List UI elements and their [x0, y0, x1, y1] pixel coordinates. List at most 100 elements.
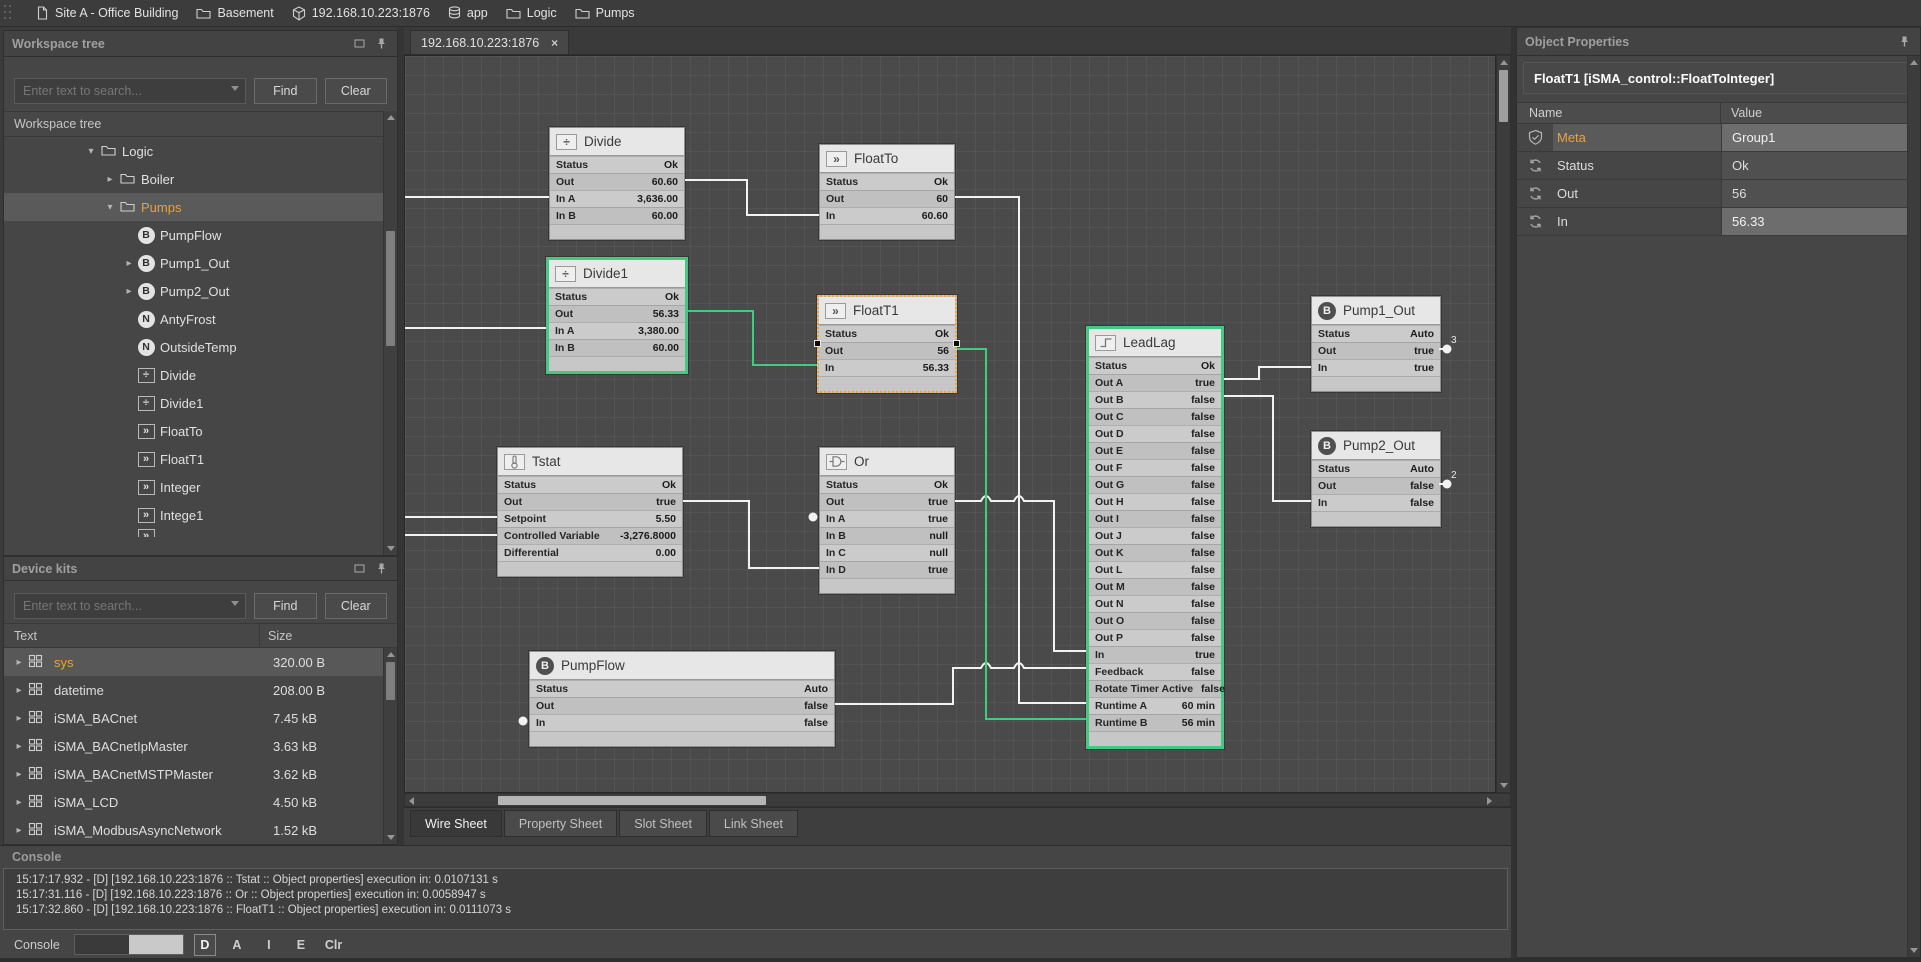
expand-arrow-icon[interactable]: ▾ — [84, 146, 98, 157]
expand-arrow-icon[interactable]: ▸ — [122, 286, 136, 297]
chevron-down-icon[interactable] — [231, 601, 239, 606]
workspace-clear-button[interactable]: Clear — [325, 78, 388, 104]
convert-icon: » — [138, 508, 155, 523]
tree-item-pump2_out[interactable]: ▸BPump2_Out — [4, 277, 397, 305]
kit-row-iSMA_BACnetIpMaster[interactable]: ▸iSMA_BACnetIpMaster3.63 kB — [4, 732, 397, 760]
tree-item-divide1[interactable]: ÷Divide1 — [4, 389, 397, 417]
tab-wire-sheet[interactable]: Wire Sheet — [410, 810, 502, 837]
breadcrumb-item[interactable]: 192.168.10.223:1876 — [292, 6, 430, 21]
kit-row-datetime[interactable]: ▸datetime208.00 B — [4, 676, 397, 704]
workspace-tree-scrollbar[interactable] — [383, 111, 397, 555]
kits-find-button[interactable]: Find — [254, 593, 317, 619]
console-log[interactable]: 15:17:17.932 - [D] [192.168.10.223:1876 … — [3, 868, 1508, 930]
kits-clear-button[interactable]: Clear — [325, 593, 388, 619]
toolbar-grip-icon[interactable] — [4, 5, 18, 21]
expand-arrow-icon[interactable]: ▸ — [12, 685, 26, 696]
tree-item-integer[interactable]: »Integer — [4, 473, 397, 501]
breadcrumb-item[interactable]: Logic — [506, 6, 557, 20]
tree-item-pumpflow[interactable]: BPumpFlow — [4, 221, 397, 249]
kits-column-text[interactable]: Text — [4, 624, 260, 647]
minimize-icon[interactable] — [351, 562, 367, 576]
tree-item-floatto[interactable]: »FloatTo — [4, 417, 397, 445]
kit-row-iSMA_BACnet[interactable]: ▸iSMA_BACnet7.45 kB — [4, 704, 397, 732]
console-filter-e[interactable]: E — [290, 934, 312, 956]
tree-item-pump1_out[interactable]: ▸BPump1_Out — [4, 249, 397, 277]
expand-arrow-icon[interactable]: ▸ — [12, 825, 26, 836]
kit-row-iSMA_BACnetMSTPMaster[interactable]: ▸iSMA_BACnetMSTPMaster3.62 kB — [4, 760, 397, 788]
tree-item-outsidetemp[interactable]: NOutsideTemp — [4, 333, 397, 361]
expand-arrow-icon[interactable]: ▸ — [122, 258, 136, 269]
property-name[interactable]: Meta — [1553, 124, 1721, 151]
console-filter-a[interactable]: A — [226, 934, 248, 956]
workspace-find-button[interactable]: Find — [254, 78, 317, 104]
kit-icon — [28, 682, 46, 699]
kits-search-input[interactable] — [14, 593, 246, 619]
tab-property-sheet[interactable]: Property Sheet — [504, 810, 617, 837]
properties-column-name[interactable]: Name — [1517, 103, 1721, 123]
pin-icon[interactable] — [373, 37, 389, 51]
property-value[interactable]: 56.33 — [1721, 208, 1920, 235]
close-icon[interactable]: × — [551, 36, 558, 50]
kits-column-size[interactable]: Size — [260, 624, 397, 647]
tree-item-logic[interactable]: ▾Logic — [4, 137, 397, 165]
wire-sheet-canvas[interactable]: ÷DivideStatusOkOut60.60In A3,636.00In B6… — [404, 55, 1496, 793]
expand-arrow-icon[interactable]: ▸ — [12, 741, 26, 752]
properties-column-value[interactable]: Value — [1721, 103, 1920, 123]
tab-slot-sheet[interactable]: Slot Sheet — [619, 810, 707, 837]
properties-rows: MetaGroup1StatusOkOut56In56.33 — [1517, 124, 1920, 236]
tree-item-intege1[interactable]: »Intege1 — [4, 501, 397, 529]
wire-link-white[interactable] — [955, 496, 1086, 651]
pin-icon[interactable] — [373, 562, 389, 576]
property-name[interactable]: Status — [1553, 152, 1721, 179]
tree-item-divide[interactable]: ÷Divide — [4, 361, 397, 389]
wire-link-green[interactable] — [688, 311, 817, 365]
minimize-icon[interactable] — [351, 37, 367, 51]
kit-name: iSMA_BACnetIpMaster — [54, 739, 265, 754]
tree-item-label: Divide1 — [160, 396, 203, 411]
breadcrumb-item[interactable]: Site A - Office Building — [36, 6, 178, 20]
tab-link-sheet[interactable]: Link Sheet — [709, 810, 798, 837]
wire-link-white[interactable] — [1224, 367, 1311, 379]
tree-item-floatt1[interactable]: »FloatT1 — [4, 445, 397, 473]
expand-arrow-icon[interactable]: ▸ — [12, 713, 26, 724]
breadcrumb-item[interactable]: Basement — [196, 6, 273, 20]
properties-scrollbar[interactable] — [1907, 56, 1920, 957]
canvas-horizontal-scrollbar[interactable] — [404, 793, 1511, 807]
kit-row-iSMA_ModbusAsyncNetwork[interactable]: ▸iSMA_ModbusAsyncNetwork1.52 kB — [4, 816, 397, 844]
wire-link-white[interactable] — [685, 180, 819, 215]
console-filter-clr[interactable]: Clr — [322, 934, 345, 956]
expand-arrow-icon[interactable]: ▸ — [103, 174, 117, 185]
property-value[interactable]: 56 — [1721, 180, 1920, 207]
breadcrumb-item[interactable]: Pumps — [575, 6, 635, 20]
chevron-down-icon[interactable] — [231, 86, 239, 91]
document-tab[interactable]: 192.168.10.223:1876 × — [410, 30, 569, 54]
console-toggle[interactable] — [74, 934, 184, 955]
property-name[interactable]: Out — [1553, 180, 1721, 207]
tree-item-partial[interactable]: » — [4, 529, 397, 537]
expand-arrow-icon[interactable]: ▸ — [12, 657, 26, 668]
workspace-search-input[interactable] — [14, 78, 246, 104]
expand-arrow-icon[interactable]: ▸ — [12, 769, 26, 780]
canvas-vertical-scrollbar[interactable] — [1496, 55, 1511, 793]
expand-arrow-icon[interactable]: ▸ — [12, 797, 26, 808]
kit-row-iSMA_LCD[interactable]: ▸iSMA_LCD4.50 kB — [4, 788, 397, 816]
expand-arrow-icon[interactable]: ▾ — [103, 202, 117, 213]
property-name[interactable]: In — [1553, 208, 1721, 235]
property-value[interactable]: Group1 — [1721, 124, 1920, 151]
device-icon — [292, 6, 306, 21]
console-filter-i[interactable]: I — [258, 934, 280, 956]
tree-item-pumps[interactable]: ▾Pumps — [4, 193, 397, 221]
kit-row-sys[interactable]: ▸sys320.00 B — [4, 648, 397, 676]
tree-item-boiler[interactable]: ▸Boiler — [4, 165, 397, 193]
pin-icon[interactable] — [1896, 35, 1912, 49]
wire-link-white[interactable] — [955, 197, 1086, 703]
breadcrumb-item[interactable]: app — [448, 6, 488, 20]
breadcrumb-label: 192.168.10.223:1876 — [312, 6, 430, 20]
tree-item-antyfrost[interactable]: NAntyFrost — [4, 305, 397, 333]
wire-link-white[interactable] — [1224, 396, 1311, 501]
wire-link-white[interactable] — [683, 501, 819, 568]
property-value[interactable]: Ok — [1721, 152, 1920, 179]
kits-scrollbar[interactable] — [383, 648, 397, 844]
console-filter-d[interactable]: D — [194, 934, 216, 956]
wire-link-white[interactable] — [835, 663, 1086, 704]
